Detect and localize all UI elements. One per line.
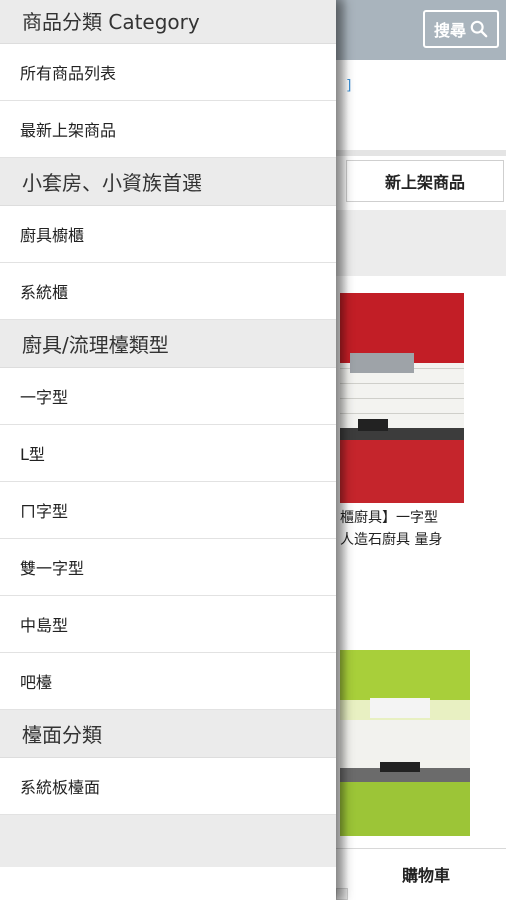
- section-title: 廚具/流理檯類型: [22, 333, 169, 357]
- menu-item-label: 一字型: [20, 388, 69, 407]
- menu-item-label: 雙一字型: [20, 559, 85, 578]
- magnifier-icon: [470, 20, 488, 38]
- section-header-category: 商品分類 Category: [0, 0, 336, 44]
- menu-item-kitchen-cabinets[interactable]: 廚具櫥櫃: [0, 206, 336, 263]
- search-button[interactable]: 搜尋: [423, 10, 499, 48]
- product-caption-line2: 人造石廚具 量身: [340, 532, 443, 548]
- section-header-kitchen-types: 廚具/流理檯類型: [0, 320, 336, 368]
- menu-item-label: 系統板檯面: [20, 778, 101, 797]
- product-image-red-kitchen[interactable]: [340, 293, 464, 503]
- drawer-shadow: [336, 0, 348, 900]
- menu-item-i-shape[interactable]: 一字型: [0, 368, 336, 425]
- menu-item-label: 系統櫃: [20, 283, 69, 302]
- category-drawer: 商品分類 Category 所有商品列表 最新上架商品 小套房、小資族首選 廚具…: [0, 0, 336, 900]
- section-band: [336, 210, 506, 276]
- menu-item-label: 最新上架商品: [20, 121, 117, 140]
- app-screen: 搜尋 ] 新上架商品 櫃廚具】一字型 人造石廚具 量身 購物車 商品分類 Cat…: [0, 0, 506, 900]
- section-title: 小套房、小資族首選: [22, 171, 202, 195]
- menu-item-label: 廚具櫥櫃: [20, 226, 85, 245]
- menu-item-island[interactable]: 中島型: [0, 596, 336, 653]
- menu-item-l-shape[interactable]: L型: [0, 425, 336, 482]
- menu-item-bar-counter[interactable]: 吧檯: [0, 653, 336, 710]
- divider: [336, 150, 506, 156]
- product-caption-line1: 櫃廚具】一字型: [340, 510, 438, 526]
- cart-button[interactable]: 購物車: [346, 852, 506, 896]
- menu-item-system-cabinets[interactable]: 系統櫃: [0, 263, 336, 320]
- menu-item-label: 所有商品列表: [20, 64, 117, 83]
- menu-item-label: 吧檯: [20, 673, 53, 692]
- section-title: 檯面分類: [22, 723, 102, 747]
- section-header-small-suite: 小套房、小資族首選: [0, 158, 336, 206]
- menu-item-board-countertop[interactable]: 系統板檯面: [0, 758, 336, 815]
- section-title: 商品分類 Category: [22, 10, 200, 34]
- search-button-label: 搜尋: [433, 21, 466, 40]
- menu-item-label: 中島型: [20, 616, 69, 635]
- menu-item-label: ㄇ字型: [20, 502, 69, 521]
- section-header-countertops: 檯面分類: [0, 710, 336, 758]
- product-image-green-kitchen[interactable]: [340, 650, 470, 836]
- menu-item-all-products[interactable]: 所有商品列表: [0, 44, 336, 101]
- tab-new-products-label: 新上架商品: [384, 173, 465, 192]
- cart-button-label: 購物車: [401, 866, 450, 885]
- menu-item-new-products[interactable]: 最新上架商品: [0, 101, 336, 158]
- menu-item-double-i-shape[interactable]: 雙一字型: [0, 539, 336, 596]
- drawer-footer: [0, 815, 336, 867]
- tab-new-products[interactable]: 新上架商品: [346, 160, 504, 202]
- menu-item-label: L型: [20, 445, 45, 464]
- menu-item-u-shape[interactable]: ㄇ字型: [0, 482, 336, 539]
- product-caption[interactable]: 櫃廚具】一字型 人造石廚具 量身: [340, 507, 506, 551]
